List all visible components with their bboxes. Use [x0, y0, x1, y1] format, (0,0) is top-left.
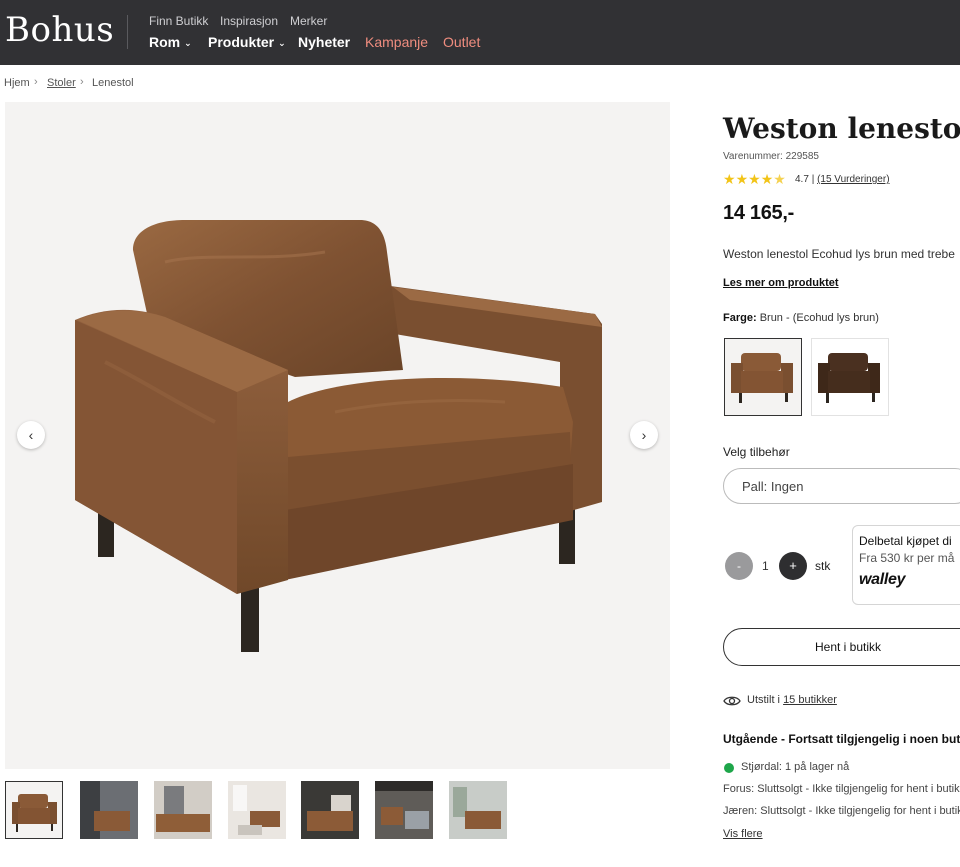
breadcrumb-separator-icon: ›: [34, 76, 38, 88]
breadcrumb-separator-icon: ›: [80, 76, 84, 88]
walley-financing-box[interactable]: Delbetal kjøpet di Fra 530 kr per må wal…: [852, 525, 960, 605]
read-more-link[interactable]: Les mer om produktet: [723, 277, 839, 289]
color-label: Farge: Brun - (Ecohud lys brun): [723, 312, 879, 324]
product-price: 14 165,-: [723, 202, 794, 224]
thumbnail-4[interactable]: [228, 781, 286, 839]
thumbnail-room-image: [80, 781, 138, 839]
color-swatch-light-brown[interactable]: [724, 338, 802, 416]
quantity-increase-button[interactable]: +: [779, 552, 807, 580]
nav-link-merker[interactable]: Merker: [290, 14, 327, 28]
color-label-title: Farge:: [723, 312, 757, 324]
thumbnail-7[interactable]: [449, 781, 507, 839]
displayed-in-stores: Utstilt i 15 butikker: [747, 694, 837, 706]
nav-item-nyheter[interactable]: Nyheter: [298, 34, 350, 50]
breadcrumb-home[interactable]: Hjem: [4, 77, 30, 89]
thumbnail-room-image: [375, 781, 433, 839]
thumbnail-room-image: [301, 781, 359, 839]
thumbnail-3[interactable]: [154, 781, 212, 839]
accessory-label: Velg tilbehør: [723, 445, 790, 459]
accessory-select[interactable]: Pall: Ingen: [723, 468, 960, 504]
reviews-link[interactable]: (15 Vurderinger): [817, 174, 889, 185]
quantity-unit: stk: [815, 559, 831, 573]
star-half-icon: ★: [773, 171, 786, 187]
walley-title: Delbetal kjøpet di: [859, 534, 952, 548]
availability-title: Utgående - Fortsatt tilgjengelig i noen …: [723, 732, 960, 746]
thumbnail-armchair-image: [12, 794, 57, 832]
breadcrumb-stoler[interactable]: Stoler: [47, 77, 76, 89]
product-description: Weston lenestol Ecohud lys brun med treb…: [723, 247, 955, 261]
pickup-in-store-button[interactable]: Hent i butikk: [723, 628, 960, 666]
star-icon: ★: [723, 171, 736, 187]
nav-item-label: Produkter: [208, 34, 275, 50]
rating-stars: ★★★★★: [723, 171, 786, 188]
stock-line-jaeren: Jæren: Sluttsolgt - Ikke tilgjengelig fo…: [723, 805, 960, 817]
logo[interactable]: Bohus: [5, 10, 114, 50]
thumbnail-2[interactable]: [80, 781, 138, 839]
nav-item-rom[interactable]: Rom ⌄: [149, 34, 192, 50]
in-stock-dot-icon: [724, 763, 734, 773]
thumbnail-room-image: [228, 781, 286, 839]
displayed-prefix: Utstilt i: [747, 694, 780, 706]
walley-monthly: Fra 530 kr per må: [859, 551, 955, 565]
quantity-decrease-button[interactable]: -: [725, 552, 753, 580]
rating-value: 4.7: [795, 174, 809, 185]
nav-link-finn-butikk[interactable]: Finn Butikk: [149, 14, 208, 28]
quantity-value[interactable]: 1: [762, 559, 769, 573]
stock-line-stjordal: Stjørdal: 1 på lager nå: [741, 761, 850, 773]
nav-item-kampanje[interactable]: Kampanje: [365, 34, 428, 50]
show-more-link[interactable]: Vis flere: [723, 828, 763, 840]
nav-link-inspirasjon[interactable]: Inspirasjon: [220, 14, 278, 28]
star-icon: ★: [760, 171, 774, 187]
gallery-next-button[interactable]: ›: [630, 421, 658, 449]
color-value: Brun - (Ecohud lys brun): [759, 312, 879, 324]
eye-icon: [723, 696, 741, 706]
nav-item-outlet[interactable]: Outlet: [443, 34, 480, 50]
breadcrumb-current: Lenestol: [92, 77, 134, 89]
chevron-right-icon: ›: [641, 427, 647, 443]
color-swatch-dark-brown[interactable]: [811, 338, 889, 416]
chevron-down-icon: ⌄: [278, 38, 286, 48]
armchair-illustration: [75, 220, 602, 652]
swatch-armchair-image: [818, 353, 880, 403]
star-icon: ★: [748, 171, 761, 187]
product-main-image[interactable]: ‹ ›: [5, 102, 670, 769]
thumbnail-1[interactable]: [5, 781, 63, 839]
gallery-prev-button[interactable]: ‹: [17, 421, 45, 449]
stock-line-forus: Forus: Sluttsolgt - Ikke tilgjengelig fo…: [723, 783, 960, 795]
walley-logo: walley: [859, 571, 906, 588]
swatch-armchair-image: [731, 353, 793, 403]
chevron-left-icon: ‹: [28, 427, 34, 443]
rating-separator: |: [811, 174, 815, 185]
thumbnail-6[interactable]: [375, 781, 433, 839]
chevron-down-icon: ⌄: [184, 38, 192, 48]
thumbnail-room-image: [154, 781, 212, 839]
product-title: Weston lenestol: [723, 112, 960, 145]
product-sku: Varenummer: 229585: [723, 151, 819, 162]
star-icon: ★: [735, 171, 749, 187]
nav-item-label: Rom: [149, 34, 181, 50]
stores-link[interactable]: 15 butikker: [783, 694, 837, 706]
thumbnail-room-image: [449, 781, 507, 839]
header-divider: [127, 15, 128, 49]
site-header: Bohus Finn Butikk Inspirasjon Merker Rom…: [0, 0, 960, 65]
rating-summary: 4.7 | (15 Vurderinger): [795, 174, 890, 185]
nav-item-produkter[interactable]: Produkter ⌄: [208, 34, 286, 50]
thumbnail-5[interactable]: [301, 781, 359, 839]
